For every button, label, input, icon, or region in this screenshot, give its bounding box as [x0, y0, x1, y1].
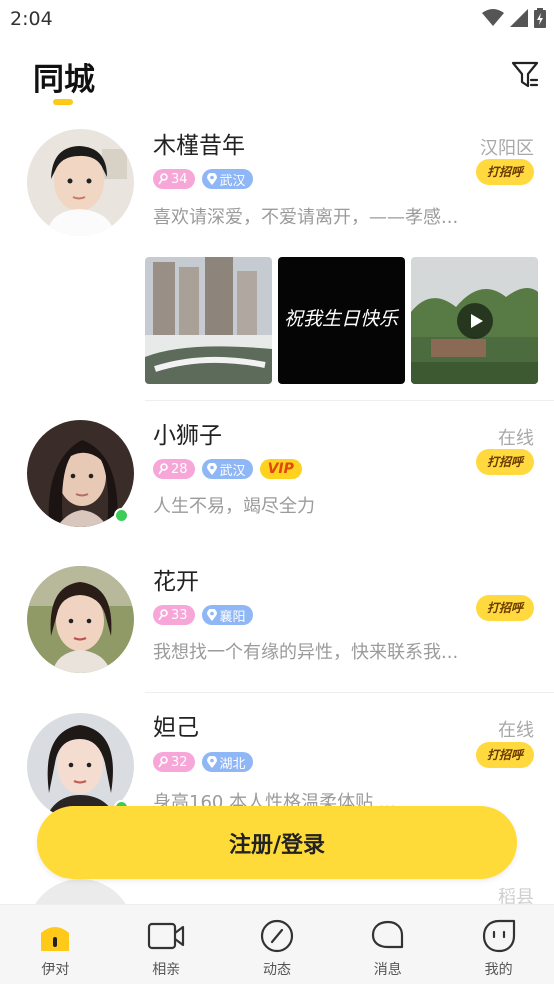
nav-label: 伊对: [41, 962, 70, 978]
user-feed[interactable]: 木槿昔年 汉阳区 打招呼 34 武汉 喜欢请深爱，不爱请离开，——孝感... 祝…: [0, 118, 554, 908]
home-icon: [36, 917, 74, 955]
greet-button[interactable]: 打招呼: [476, 449, 534, 475]
status-time: 2:04: [10, 8, 53, 30]
age-tag: 32: [153, 752, 195, 772]
user-card[interactable]: 小狮子 在线 打招呼 28 武汉 VIP 人生不易，竭尽全力: [0, 401, 554, 547]
age-value: 28: [171, 461, 188, 477]
user-tags: 28 武汉 VIP: [153, 459, 302, 479]
register-login-button[interactable]: 注册/登录: [37, 806, 517, 879]
user-card[interactable]: 木槿昔年 汉阳区 打招呼 34 武汉 喜欢请深爱，不爱请离开，——孝感... 祝…: [0, 118, 554, 401]
location-pin-icon: [206, 609, 217, 621]
age-value: 34: [171, 171, 188, 187]
signal-icon: [510, 9, 528, 27]
city-tag: 湖北: [201, 752, 253, 772]
nav-item-profile[interactable]: 我的: [443, 905, 554, 984]
play-icon[interactable]: [457, 303, 493, 339]
compass-icon: [258, 917, 296, 955]
user-bio: 我想找一个有缘的异性，快来联系我...: [153, 642, 459, 663]
user-bio: 喜欢请深爱，不爱请离开，——孝感...: [153, 207, 459, 228]
nav-item-moments[interactable]: 动态: [222, 905, 333, 984]
user-tags: 33 襄阳: [153, 605, 253, 625]
nav-label: 动态: [262, 962, 291, 978]
female-icon: [158, 756, 168, 768]
nav-label: 消息: [373, 962, 402, 978]
age-value: 33: [171, 607, 188, 623]
user-location: 汉阳区: [480, 138, 534, 159]
greet-button[interactable]: 打招呼: [476, 595, 534, 621]
user-name: 花开: [153, 569, 199, 595]
message-icon: [369, 917, 407, 955]
nav-item-matchmaking[interactable]: 相亲: [111, 905, 222, 984]
profile-icon: [480, 917, 518, 955]
filter-icon: [511, 61, 539, 88]
user-bio: 人生不易，竭尽全力: [153, 496, 315, 517]
nav-label: 相亲: [152, 962, 181, 978]
city-value: 湖北: [219, 756, 246, 772]
age-tag: 33: [153, 605, 195, 625]
greet-button[interactable]: 打招呼: [476, 742, 534, 768]
status-bar: 2:04: [0, 0, 554, 38]
user-name: 小狮子: [153, 423, 222, 449]
location-pin-icon: [206, 463, 217, 475]
location-pin-icon: [206, 756, 217, 768]
photo-gallery: 祝我生日快乐: [145, 257, 538, 384]
filter-button[interactable]: [510, 58, 540, 90]
page-title: 同城: [33, 62, 95, 98]
battery-icon: [534, 8, 546, 28]
nav-item-messages[interactable]: 消息: [332, 905, 443, 984]
nav-item-home[interactable]: 伊对: [0, 905, 111, 984]
user-name: 妲己: [153, 715, 199, 741]
city-value: 武汉: [219, 173, 246, 189]
photo-caption: 祝我生日快乐: [284, 308, 400, 330]
user-tags: 34 武汉: [153, 169, 253, 189]
wifi-icon: [482, 9, 504, 26]
city-tag: 武汉: [201, 459, 253, 479]
user-status: 在线: [498, 720, 534, 741]
greet-button[interactable]: 打招呼: [476, 159, 534, 185]
user-tags: 32 湖北: [153, 752, 253, 772]
title-underline: [53, 99, 73, 105]
age-tag: 34: [153, 169, 195, 189]
online-indicator: [114, 508, 129, 523]
user-name: 木槿昔年: [153, 133, 245, 159]
avatar[interactable]: [27, 566, 134, 673]
age-tag: 28: [153, 459, 195, 479]
user-status: 在线: [498, 428, 534, 449]
vip-badge: VIP: [259, 459, 302, 479]
female-icon: [158, 173, 168, 185]
city-value: 襄阳: [219, 609, 246, 625]
nav-label: 我的: [484, 962, 513, 978]
video-icon: [147, 917, 185, 955]
bottom-nav: 伊对 相亲 动态 消息 我的: [0, 904, 554, 984]
video-thumbnail[interactable]: [411, 257, 538, 384]
female-icon: [158, 463, 168, 475]
city-tag: 襄阳: [201, 605, 253, 625]
city-value: 武汉: [219, 463, 246, 479]
female-icon: [158, 609, 168, 621]
user-card[interactable]: 花开 打招呼 33 襄阳 我想找一个有缘的异性，快来联系我...: [0, 547, 554, 693]
avatar[interactable]: [27, 129, 134, 236]
age-value: 32: [171, 754, 188, 770]
photo-thumbnail[interactable]: 祝我生日快乐: [278, 257, 405, 384]
photo-thumbnail[interactable]: [145, 257, 272, 384]
city-tag: 武汉: [201, 169, 253, 189]
status-icons: [482, 8, 546, 28]
location-pin-icon: [206, 173, 217, 185]
